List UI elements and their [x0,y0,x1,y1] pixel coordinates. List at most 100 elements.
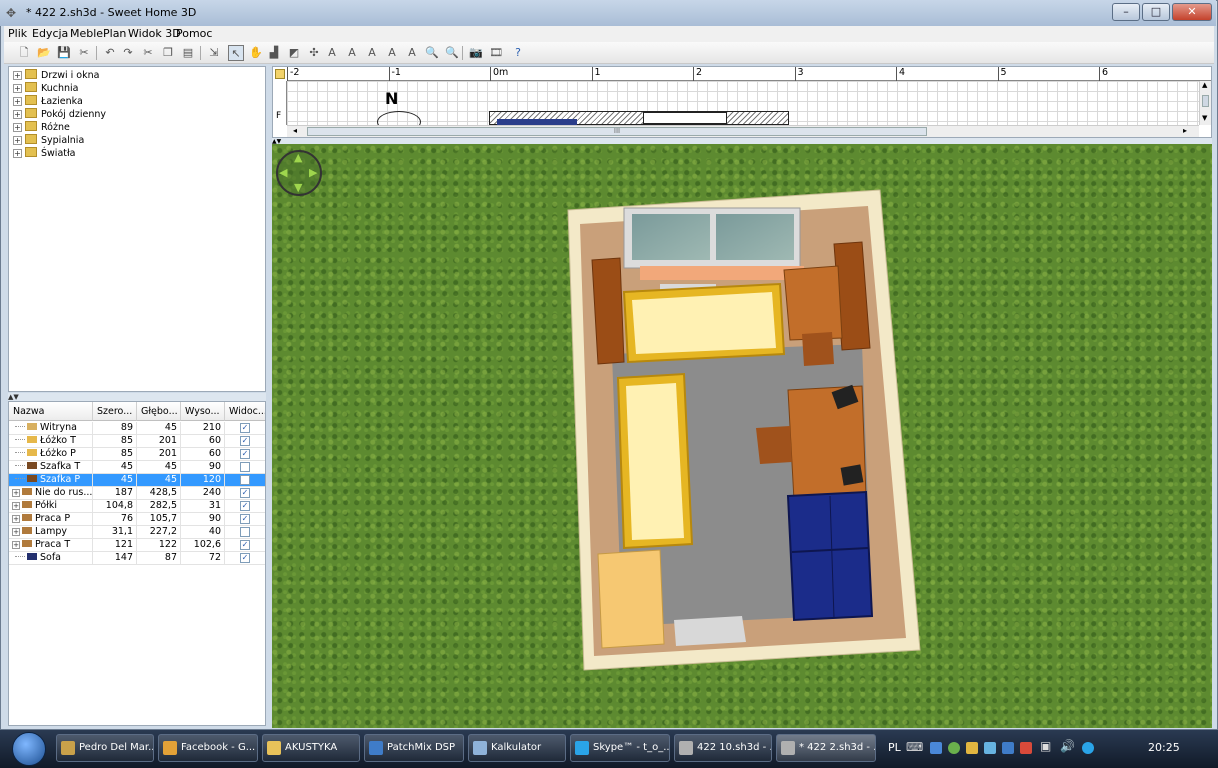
copy-icon[interactable]: ❐ [160,45,176,61]
expand-icon[interactable]: + [13,71,22,80]
catalog-category-lazienka[interactable]: + Łazienka [13,95,83,108]
visible-checkbox[interactable]: ✓ [240,423,250,433]
expand-icon[interactable]: + [12,541,20,549]
visible-checkbox[interactable]: ✓ [240,449,250,459]
catalog-category-pokoj-dzienny[interactable]: + Pokój dzienny [13,108,106,121]
table-row[interactable]: + Praca P 76 105,7 90 ✓ [9,513,265,526]
column-header-width[interactable]: Szero... [93,402,137,421]
tray-app-icon[interactable] [1002,742,1014,754]
column-header-visible[interactable]: Widoc... [225,402,265,421]
taskbar-item[interactable]: Facebook - G... [158,734,258,762]
tray-app-icon[interactable] [984,742,996,754]
create-dimensions-icon[interactable]: ✣ [306,45,322,61]
visible-checkbox[interactable]: ✓ [240,540,250,550]
column-header-depth[interactable]: Głębo... [137,402,181,421]
add-text-icon[interactable]: A [324,45,340,61]
table-row[interactable]: Szafka T 45 45 90 [9,461,265,474]
help-icon[interactable]: ? [510,45,526,61]
menu-edycja[interactable]: Edycja [32,27,68,40]
expand-icon[interactable]: + [13,149,22,158]
expand-icon[interactable]: + [13,110,22,119]
catalog-category-swiatla[interactable]: + Światła [13,147,76,160]
skype-tray-icon[interactable] [1082,742,1094,754]
taskbar-item[interactable]: Kalkulator [468,734,566,762]
italic-text-icon[interactable]: A [404,45,420,61]
visible-checkbox[interactable]: ✓ [240,436,250,446]
network-icon[interactable]: ▣ [1040,739,1051,753]
taskbar-item[interactable]: Skype™ - t_o_... [570,734,670,762]
table-row[interactable]: Łóżko T 85 201 60 ✓ [9,435,265,448]
table-row[interactable]: + Półki 104,8 282,5 31 ✓ [9,500,265,513]
new-file-icon[interactable]: 🗋 [16,45,32,61]
save-icon[interactable]: 💾 [56,45,72,61]
taskbar-item[interactable]: 422 10.sh3d - ... [674,734,772,762]
expand-icon[interactable]: + [12,515,20,523]
table-row[interactable]: + Praca T 121 122 102,6 ✓ [9,539,265,552]
left-panel-splitter[interactable]: ▲▼ [8,393,266,401]
plan-window[interactable] [643,112,727,124]
menu-meble[interactable]: Meble [70,27,103,40]
catalog-category-drzwi-i-okna[interactable]: + Drzwi i okna [13,69,99,82]
table-row[interactable]: Sofa 147 87 72 ✓ [9,552,265,565]
expand-icon[interactable]: + [12,502,20,510]
open-file-icon[interactable]: 📂 [36,45,52,61]
expand-icon[interactable]: + [12,528,20,536]
redo-icon[interactable]: ↷ [120,45,136,61]
scroll-thumb[interactable]: III [307,127,927,136]
maximize-button[interactable]: □ [1142,3,1170,21]
zoom-in-icon[interactable]: 🔍 [424,45,440,61]
add-furniture-icon[interactable]: ⇲ [206,45,222,61]
tray-app-icon[interactable] [1020,742,1032,754]
preferences-icon[interactable]: ✂ [76,45,92,61]
keyboard-icon[interactable]: ⌨ [906,740,923,754]
decrease-text-icon[interactable]: A [364,45,380,61]
menu-plik[interactable]: Plik [8,27,27,40]
create-video-icon[interactable]: 🎞 [488,45,504,61]
create-walls-icon[interactable]: ▟ [266,45,282,61]
table-row[interactable]: Szafka P 45 45 120 [9,474,265,487]
start-button[interactable] [12,732,46,766]
bold-text-icon[interactable]: A [384,45,400,61]
plan-vertical-scrollbar[interactable]: ▲ ▼ [1199,81,1211,125]
minimize-button[interactable]: – [1112,3,1140,21]
select-mode-icon[interactable]: ↖ [228,45,244,61]
visible-checkbox[interactable] [240,462,250,472]
undo-icon[interactable]: ↶ [102,45,118,61]
increase-text-icon[interactable]: A [344,45,360,61]
plan-grid[interactable]: N [287,81,1199,133]
visible-checkbox[interactable] [240,527,250,537]
visible-checkbox[interactable] [240,475,250,485]
table-row[interactable]: + Nie do rus... 187 428,5 240 ✓ [9,487,265,500]
menu-plan[interactable]: Plan [103,27,126,40]
create-photo-icon[interactable]: 📷 [468,45,484,61]
catalog-category-kuchnia[interactable]: + Kuchnia [13,82,79,95]
menu-pomoc[interactable]: Pomoc [176,27,212,40]
taskbar-item[interactable]: AKUSTYKA [262,734,360,762]
plan-view[interactable]: -2 -1 0m 1 2 3 4 5 6 F N ▲ ▼ ◂ III ▸ [272,66,1212,138]
catalog-category-sypialnia[interactable]: + Sypialnia [13,134,84,147]
column-header-height[interactable]: Wyso... [181,402,225,421]
expand-icon[interactable]: + [13,84,22,93]
expand-icon[interactable]: + [13,97,22,106]
taskbar-item[interactable]: Pedro Del Mar... [56,734,154,762]
tray-app-icon[interactable] [966,742,978,754]
zoom-out-icon[interactable]: 🔍 [444,45,460,61]
room-3d-render[interactable] [272,144,1212,728]
create-rooms-icon[interactable]: ◩ [286,45,302,61]
visible-checkbox[interactable]: ✓ [240,501,250,511]
menu-widok3d[interactable]: Widok 3D [128,27,181,40]
pan-mode-icon[interactable]: ✋ [248,45,264,61]
tray-app-icon[interactable] [930,742,942,754]
taskbar-item[interactable]: * 422 2.sh3d - ... [776,734,876,762]
3d-view[interactable]: ▲ ▼ ◀ ▶ [272,144,1212,728]
clock[interactable]: 20:25 [1148,741,1180,754]
scroll-left-icon[interactable]: ◂ [293,126,297,135]
expand-icon[interactable]: + [13,123,22,132]
catalog-category-rozne[interactable]: + Różne [13,121,70,134]
taskbar-item[interactable]: PatchMix DSP [364,734,464,762]
cut-icon[interactable]: ✂ [140,45,156,61]
scroll-right-icon[interactable]: ▸ [1183,126,1187,135]
language-indicator[interactable]: PL [888,741,901,754]
table-row[interactable]: Witryna 89 45 210 ✓ [9,422,265,435]
visible-checkbox[interactable]: ✓ [240,553,250,563]
